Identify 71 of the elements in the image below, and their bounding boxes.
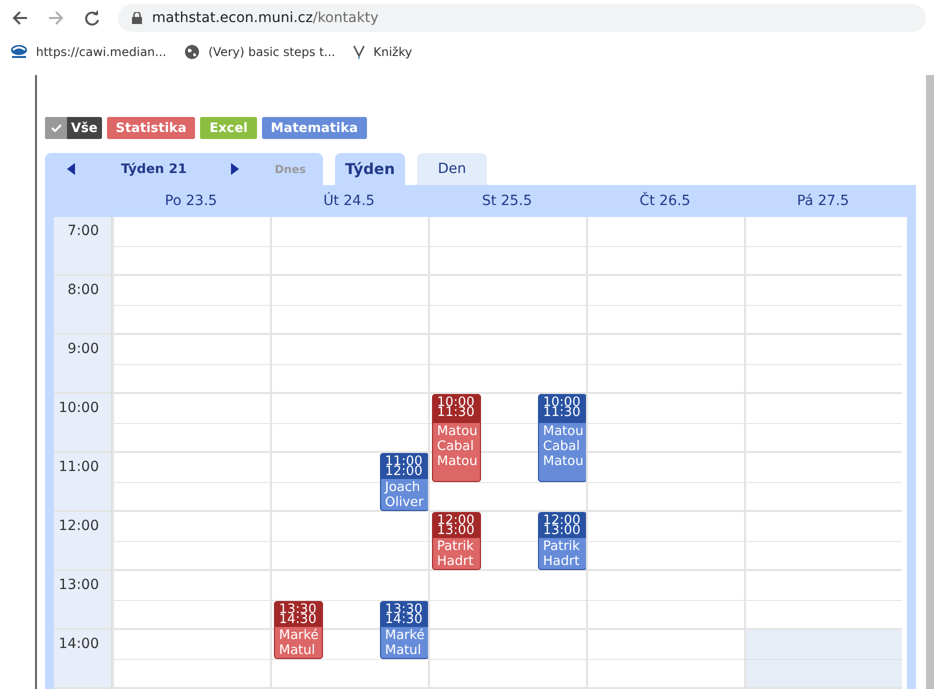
day-header: Út 24.5 — [322, 193, 376, 209]
hour-label: 8:00 — [54, 276, 111, 335]
event-text: Matul — [279, 642, 316, 658]
event-start-time: 11:00 — [385, 457, 424, 467]
bookmark-link[interactable]: (Very) basic steps t... — [184, 44, 336, 60]
bookmark-link[interactable]: https://cawi.median... — [10, 44, 166, 60]
event-start-time: 13:30 — [385, 604, 424, 614]
event-start-time: 10:00 — [543, 398, 582, 408]
event-block[interactable]: 12:00 13:00 Patrik Hadrt — [432, 512, 481, 570]
event-start-time: 12:00 — [437, 516, 476, 526]
check-icon — [50, 124, 62, 132]
lock-icon — [132, 12, 142, 24]
url-path: /kontakty — [312, 10, 379, 26]
event-end-time: 11:30 — [543, 408, 582, 418]
event-end-time: 14:30 — [385, 614, 424, 624]
event-text: Patrik — [543, 539, 581, 554]
event-block[interactable]: 10:00 11:30 Matou Cabal Matou — [432, 394, 481, 482]
day-header: Pá 27.5 — [796, 193, 850, 209]
event-end-time: 13:00 — [437, 526, 476, 536]
forward-arrow-icon — [48, 10, 64, 26]
event-block[interactable]: 13:30 14:30 Marké Matul — [380, 600, 429, 658]
event-end-time: 14:30 — [279, 614, 318, 624]
event-text: Marké — [279, 628, 320, 642]
hour-label: 12:00 — [54, 512, 111, 571]
back-arrow-icon — [12, 10, 28, 26]
event-text: Hadrt — [543, 554, 580, 569]
event-start-time: 12:00 — [543, 516, 582, 526]
reload-icon — [84, 10, 100, 26]
event-block[interactable]: 13:30 14:30 Marké Matul — [274, 600, 323, 658]
hour-label: 9:00 — [54, 335, 111, 394]
all-filter-button[interactable]: Vše — [45, 117, 102, 139]
event-text: Oliver — [385, 495, 424, 510]
week-label: Týden 21 — [121, 162, 187, 176]
hour-label: 10:00 — [54, 394, 111, 453]
day-header: Po 23.5 — [164, 193, 218, 209]
event-start-time: 10:00 — [437, 398, 476, 408]
globe-icon — [184, 44, 200, 60]
event-text: Matou — [437, 424, 478, 439]
hour-label: 7:00 — [54, 217, 111, 276]
event-text: Matul — [385, 642, 422, 658]
event-end-time: 11:30 — [437, 408, 476, 418]
hour-label: 14:00 — [54, 630, 111, 689]
bookmark-link[interactable]: Knižky — [353, 45, 412, 59]
v-icon — [353, 45, 366, 59]
event-block[interactable]: 12:00 13:00 Patrik Hadrt — [538, 512, 587, 570]
next-week-button[interactable] — [230, 163, 239, 175]
event-text: Hadrt — [437, 554, 474, 569]
event-end-time: 12:00 — [385, 467, 424, 477]
event-block[interactable]: 10:00 11:30 Matou Cabal Matou — [538, 394, 587, 482]
event-text: Patrik — [437, 539, 475, 554]
event-text: Marké — [385, 628, 426, 642]
event-text: Matou — [543, 424, 584, 439]
day-header: Čt 26.5 — [638, 193, 692, 209]
event-end-time: 13:00 — [543, 526, 582, 536]
reload-button[interactable] — [82, 8, 102, 28]
day-header: St 25.5 — [481, 193, 533, 209]
event-text: Matou — [437, 454, 478, 469]
hour-label: 13:00 — [54, 571, 111, 630]
address-bar[interactable]: mathstat.econ.muni.cz/kontakty — [118, 4, 926, 32]
event-start-time: 13:30 — [279, 604, 318, 614]
event-block[interactable]: 11:00 12:00 Joach Oliver — [380, 453, 429, 511]
event-text: Cabal — [543, 439, 581, 454]
url-host: mathstat.econ.muni.cz — [152, 10, 313, 26]
hour-label: 11:00 — [54, 453, 111, 512]
event-text: Matou — [543, 454, 584, 469]
event-text: Cabal — [437, 439, 475, 454]
view-tab[interactable]: Den — [417, 153, 487, 185]
view-tab[interactable]: Týden — [335, 153, 405, 185]
logo-icon — [10, 44, 28, 60]
previous-week-button[interactable] — [67, 163, 75, 175]
event-text: Joach — [385, 480, 422, 495]
